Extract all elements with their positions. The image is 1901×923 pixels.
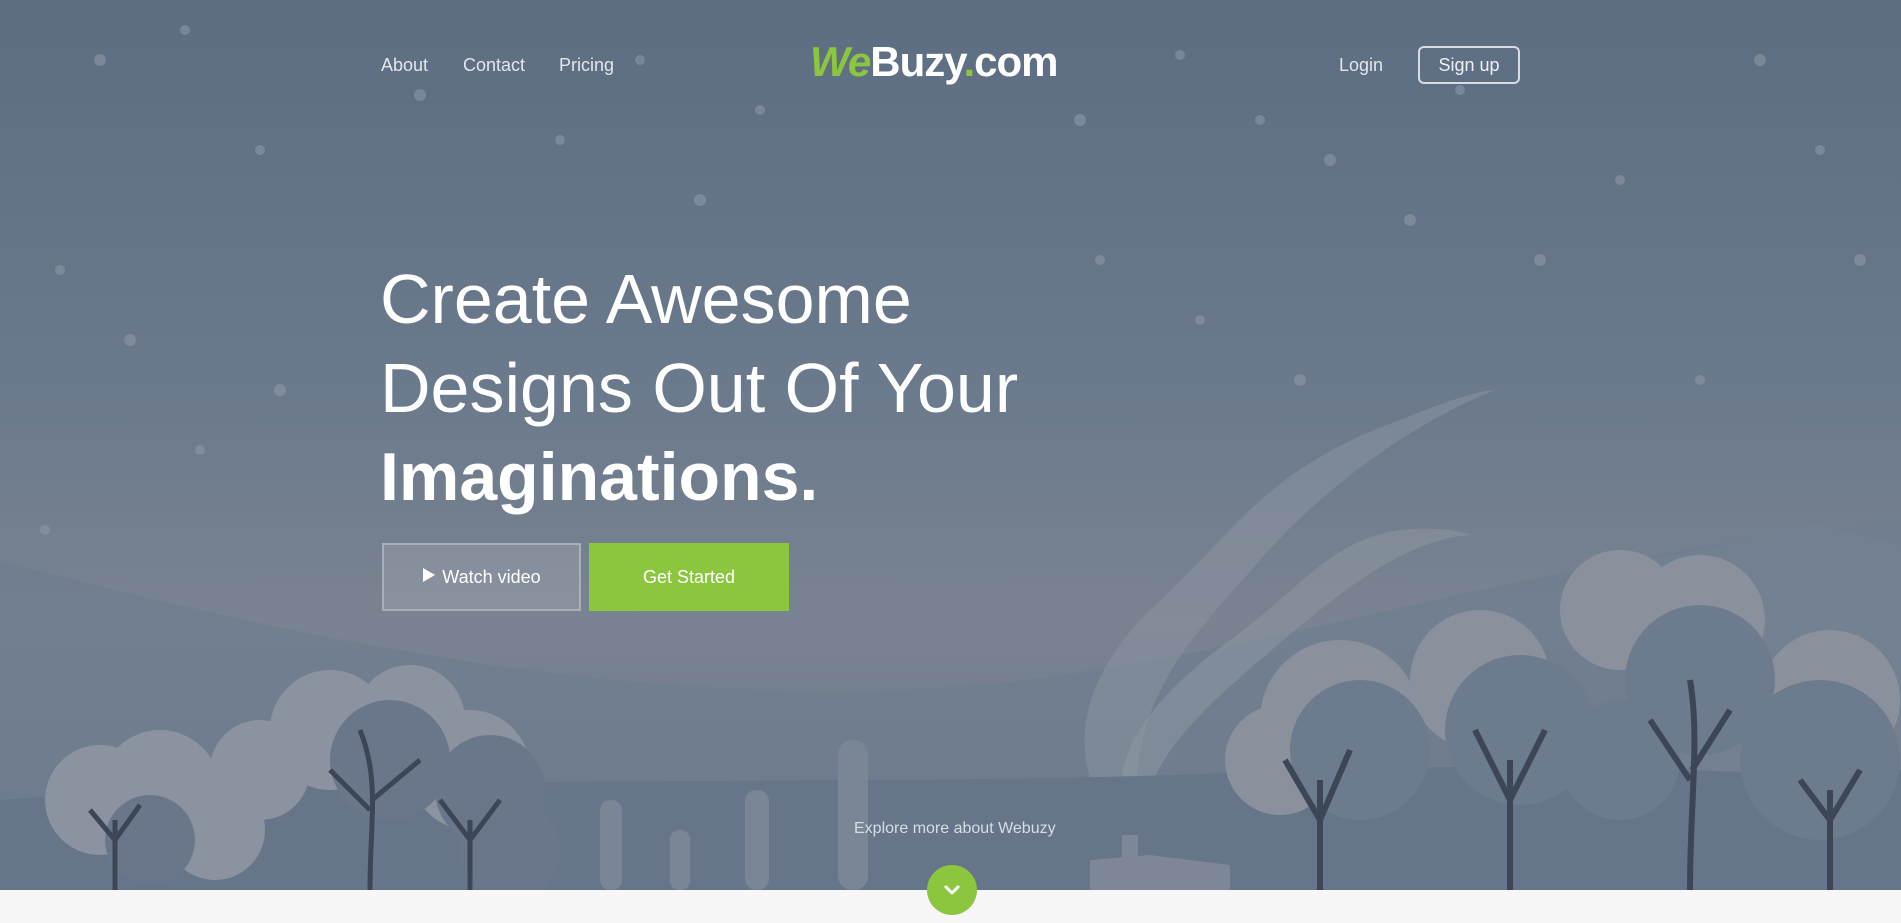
play-icon (422, 567, 436, 588)
logo-part-com: com (974, 38, 1058, 85)
chevron-down-icon (944, 880, 960, 901)
headline-line-3: Imaginations. (380, 439, 819, 515)
signup-button[interactable]: Sign up (1418, 46, 1520, 84)
headline-line-2: Designs Out Of Your (380, 349, 1019, 427)
watch-video-button[interactable]: Watch video (382, 543, 581, 611)
nav-pricing-link[interactable]: Pricing (559, 55, 614, 76)
logo-dot: . (963, 38, 975, 85)
scroll-down-button[interactable] (927, 865, 977, 915)
hero-section: About Contact Pricing WeBuzy.com Login S… (0, 0, 1901, 890)
nav-about-link[interactable]: About (381, 55, 428, 76)
hero-headline: Create Awesome Designs Out Of Your Imagi… (380, 255, 1018, 522)
top-nav: About Contact Pricing WeBuzy.com Login S… (0, 0, 1901, 130)
watch-video-label: Watch video (442, 566, 541, 587)
explore-text: Explore more about Webuzy (854, 820, 1056, 837)
site-logo[interactable]: WeBuzy.com (810, 38, 1059, 86)
get-started-button[interactable]: Get Started (589, 543, 789, 611)
logo-part-we: We (810, 38, 871, 85)
headline-line-1: Create Awesome (380, 260, 912, 338)
nav-contact-link[interactable]: Contact (463, 55, 525, 76)
login-link[interactable]: Login (1339, 55, 1383, 76)
logo-part-buzy: Buzy (870, 38, 964, 85)
